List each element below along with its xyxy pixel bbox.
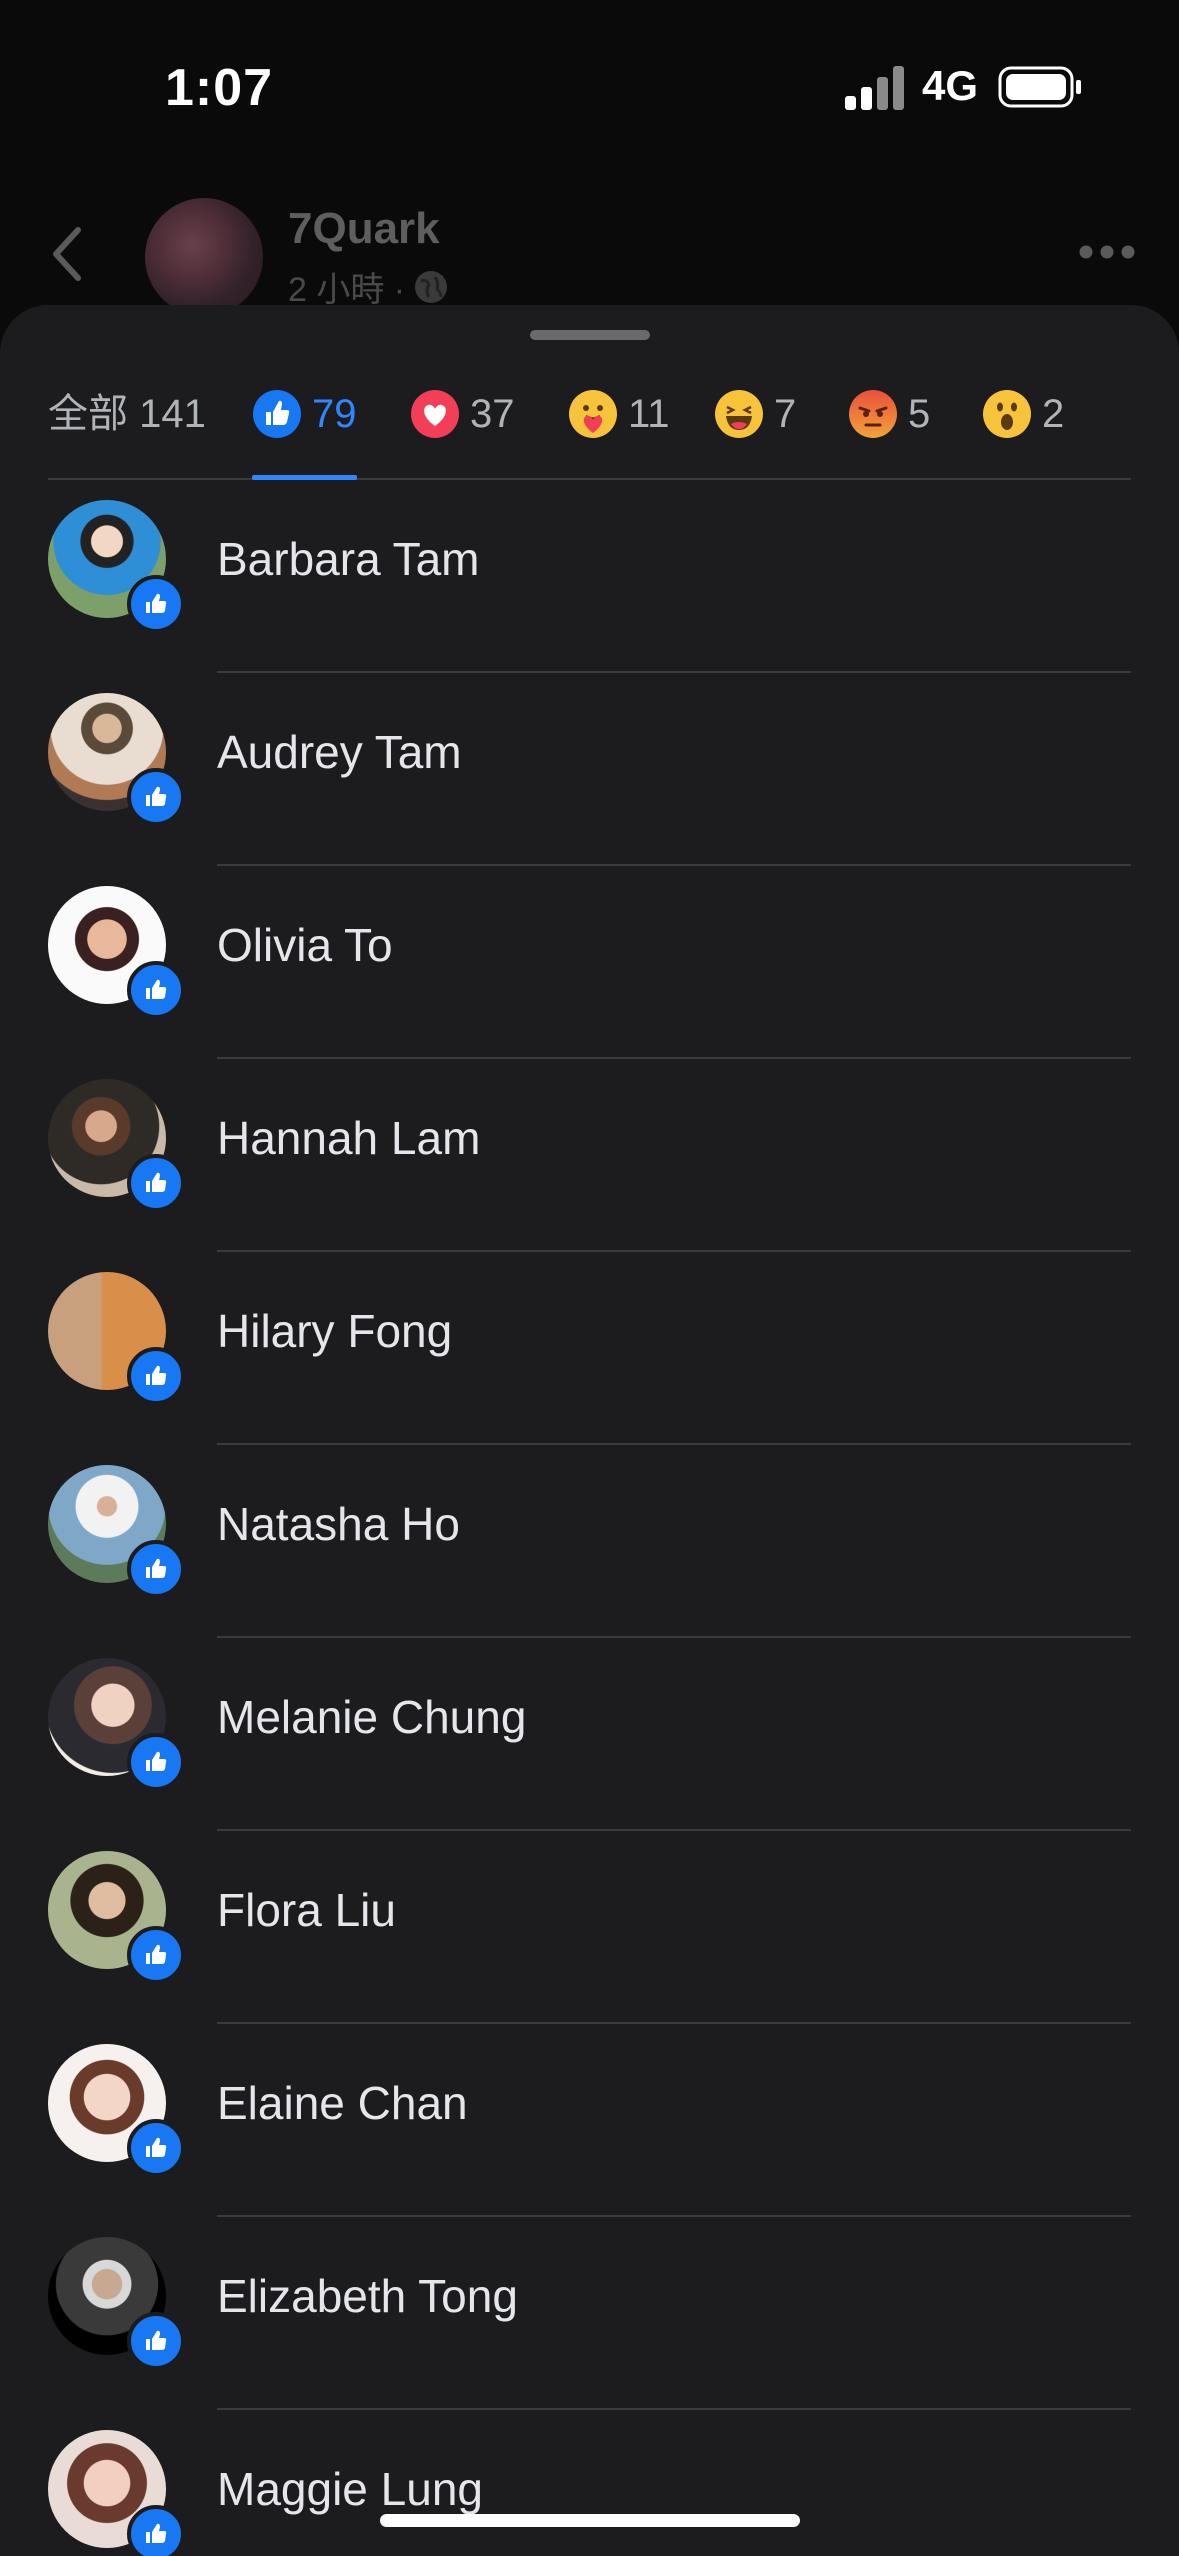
tab-wow[interactable]: 2	[982, 375, 1064, 478]
tab-love[interactable]: 37	[410, 375, 515, 478]
home-indicator[interactable]	[380, 2514, 800, 2527]
status-time: 1:07	[165, 59, 274, 117]
like-badge-icon	[127, 575, 185, 633]
like-badge-icon	[127, 1347, 185, 1405]
sheet-grabber[interactable]	[530, 330, 650, 340]
list-item[interactable]: Maggie Lung	[0, 2410, 1179, 2556]
more-options-icon[interactable]	[1078, 244, 1136, 260]
list-item[interactable]: Natasha Ho	[0, 1445, 1179, 1638]
like-badge-icon	[127, 1154, 185, 1212]
person-name[interactable]: Melanie Chung	[217, 1690, 526, 1744]
list-item[interactable]: Melanie Chung	[0, 1638, 1179, 1831]
like-icon	[253, 390, 301, 438]
love-icon	[411, 390, 459, 438]
reaction-tabs: 全部 141 79 37 11 7 5 2	[48, 375, 1131, 480]
like-badge-icon	[127, 1733, 185, 1791]
network-label: 4G	[922, 62, 979, 109]
tab-haha[interactable]: 7	[714, 375, 796, 478]
author-name[interactable]: 7Quark	[288, 204, 440, 254]
tab-wow-label: 2	[1042, 392, 1065, 436]
like-badge-icon	[127, 961, 185, 1019]
post-time: 2 小時 ·	[288, 271, 406, 309]
tab-love-label: 37	[470, 392, 515, 436]
tab-like-label: 79	[312, 392, 357, 436]
list-item[interactable]: Elaine Chan	[0, 2024, 1179, 2217]
person-name[interactable]: Audrey Tam	[217, 725, 462, 779]
list-item[interactable]: Hilary Fong	[0, 1252, 1179, 1445]
status-bar: 1:07 4G	[0, 0, 1179, 170]
person-name[interactable]: Hannah Lam	[217, 1111, 480, 1165]
wow-icon	[983, 390, 1031, 438]
battery-icon	[998, 66, 1081, 108]
care-icon	[569, 390, 617, 438]
person-name[interactable]: Elizabeth Tong	[217, 2269, 518, 2323]
post-header: 7Quark 2 小時 ·	[0, 190, 1179, 316]
tab-all-label: 全部 141	[48, 392, 206, 436]
person-name[interactable]: Flora Liu	[217, 1883, 396, 1937]
tab-angry-label: 5	[908, 392, 931, 436]
tab-like[interactable]: 79	[252, 375, 357, 480]
reactions-sheet: 全部 141 79 37 11 7 5 2 Barbara Tam Audrey…	[0, 305, 1179, 2556]
people-list: Barbara Tam Audrey Tam Olivia To Hannah …	[0, 480, 1179, 2556]
tab-haha-label: 7	[774, 392, 797, 436]
signal-icon	[845, 66, 904, 110]
list-item[interactable]: Elizabeth Tong	[0, 2217, 1179, 2410]
tab-care[interactable]: 11	[568, 375, 670, 478]
list-item[interactable]: Audrey Tam	[0, 673, 1179, 866]
tab-angry[interactable]: 5	[848, 375, 930, 478]
like-badge-icon	[127, 1926, 185, 1984]
like-badge-icon	[127, 1540, 185, 1598]
list-item[interactable]: Barbara Tam	[0, 480, 1179, 673]
angry-icon	[849, 390, 897, 438]
list-item[interactable]: Flora Liu	[0, 1831, 1179, 2024]
person-name[interactable]: Elaine Chan	[217, 2076, 468, 2130]
list-item[interactable]: Olivia To	[0, 866, 1179, 1059]
person-name[interactable]: Olivia To	[217, 918, 393, 972]
person-name[interactable]: Barbara Tam	[217, 532, 480, 586]
back-chevron-icon[interactable]	[48, 224, 88, 284]
person-name[interactable]: Natasha Ho	[217, 1497, 460, 1551]
tab-all[interactable]: 全部 141	[48, 375, 206, 478]
person-name[interactable]: Hilary Fong	[217, 1304, 452, 1358]
like-badge-icon	[127, 2505, 185, 2556]
like-badge-icon	[127, 2312, 185, 2370]
tab-care-label: 11	[628, 392, 670, 436]
globe-icon	[415, 270, 448, 303]
like-badge-icon	[127, 2119, 185, 2177]
list-item[interactable]: Hannah Lam	[0, 1059, 1179, 1252]
like-badge-icon	[127, 768, 185, 826]
post-meta: 2 小時 ·	[288, 262, 449, 311]
person-name[interactable]: Maggie Lung	[217, 2462, 483, 2516]
haha-icon	[715, 390, 763, 438]
author-avatar[interactable]	[145, 198, 263, 316]
